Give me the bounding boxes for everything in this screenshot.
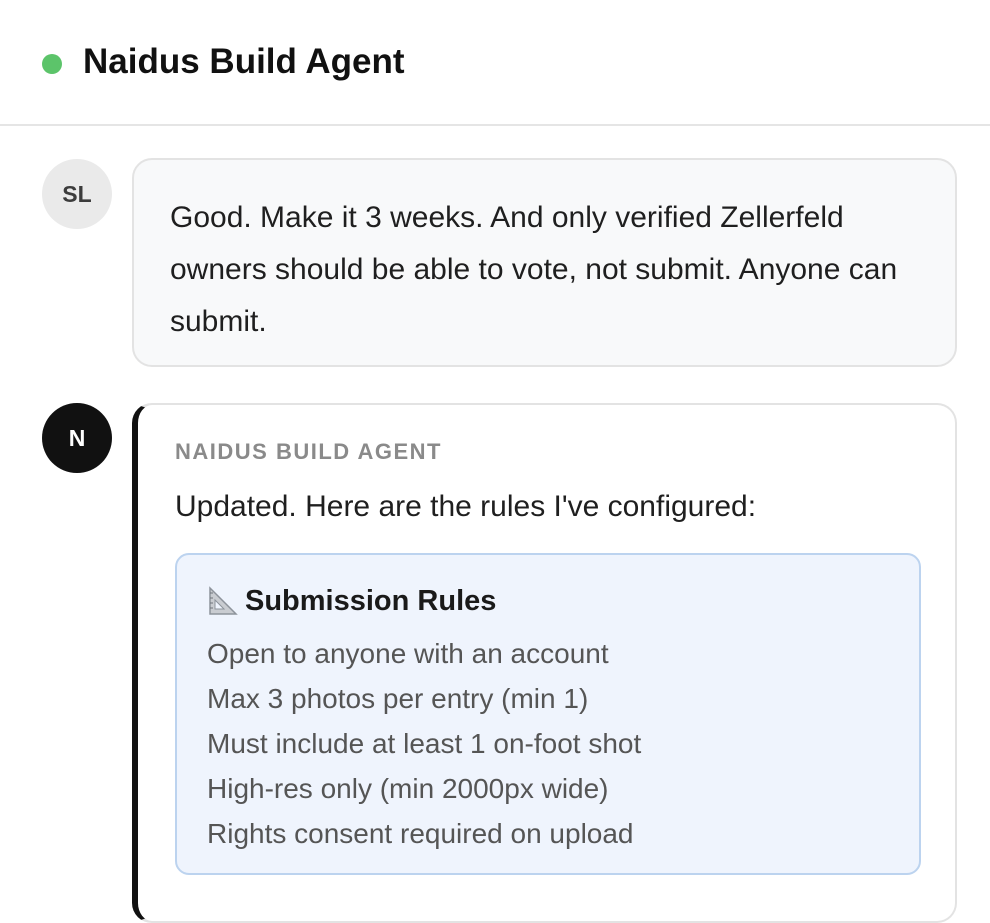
agent-message-text: Updated. Here are the rules I've configu…: [175, 490, 757, 523]
rule-item: Max 3 photos per entry (min 1): [207, 683, 589, 714]
agent-sender-label: NAIDUS BUILD AGENT: [175, 439, 442, 464]
agent-avatar: N: [42, 403, 112, 473]
rule-item: High-res only (min 2000px wide): [207, 773, 609, 804]
agent-message-bubble: NAIDUS BUILD AGENT Updated. Here are the…: [132, 403, 957, 923]
rules-card-title: Submission Rules: [245, 584, 497, 617]
agent-title: Naidus Build Agent: [83, 42, 405, 81]
user-message-text: Good. Make it 3 weeks. And only verified…: [170, 201, 898, 338]
rules-list: Open to anyone with an account Max 3 pho…: [207, 631, 889, 856]
user-avatar: SL: [42, 159, 112, 229]
rule-item: Must include at least 1 on-foot shot: [207, 728, 642, 759]
submission-rules-card: Submission Rules Open to anyone with an …: [175, 553, 921, 875]
online-status-icon: [42, 54, 62, 74]
triangular-ruler-icon: [207, 585, 239, 617]
rule-item: Rights consent required on upload: [207, 818, 634, 849]
chat-header: Naidus Build Agent: [0, 0, 990, 126]
rule-item: Open to anyone with an account: [207, 638, 609, 669]
user-message-bubble: Good. Make it 3 weeks. And only verified…: [132, 158, 957, 367]
rules-card-header: Submission Rules: [207, 581, 889, 621]
